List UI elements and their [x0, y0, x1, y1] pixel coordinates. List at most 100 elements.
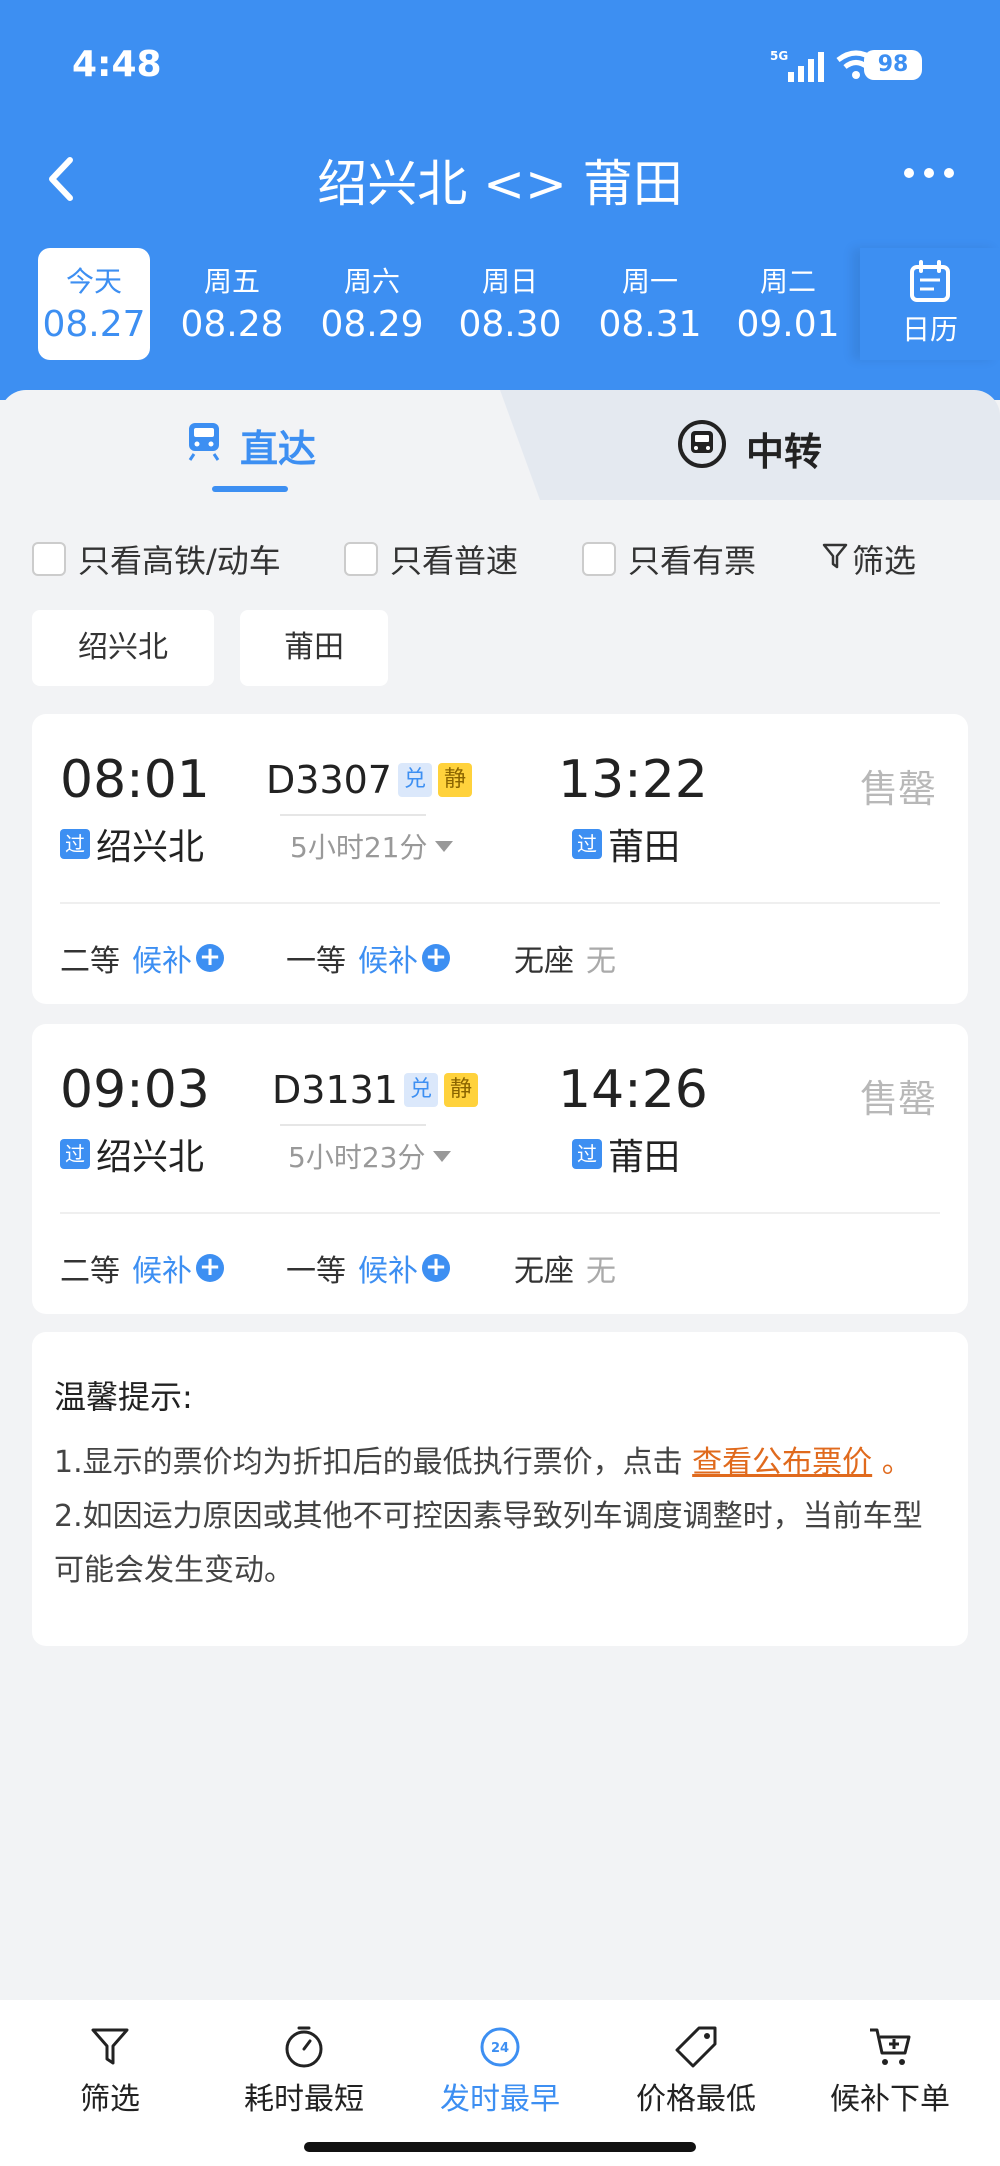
- station-tag-departure[interactable]: 绍兴北: [32, 610, 214, 686]
- seat-waitlist: 候补: [132, 1254, 192, 1289]
- duration-line: [280, 1124, 426, 1126]
- chevron-down-icon: [433, 1150, 452, 1162]
- date-selector: 今天 08.27 周五 08.28 周六 08.29 周日 08.30 周一 0…: [0, 248, 1000, 362]
- notice-line-1-suffix: 。: [881, 1445, 912, 1480]
- divider: [60, 902, 940, 904]
- date-weekday: 周日: [481, 265, 538, 298]
- departure-station: 过 绍兴北: [60, 818, 204, 870]
- arrival-time: 14:26: [558, 1060, 708, 1120]
- arrival-station: 过 莆田: [572, 1128, 680, 1180]
- seat-class: 无座: [514, 1254, 574, 1289]
- departure-time: 08:01: [60, 750, 210, 810]
- svg-text:24: 24: [491, 2041, 509, 2056]
- tab-direct[interactable]: 直达: [186, 418, 316, 473]
- notice-line-1: 1.显示的票价均为折扣后的最低执行票价，点击 查看公布票价 。: [54, 1436, 948, 1490]
- filter-available-checkbox[interactable]: 只看有票: [582, 536, 756, 582]
- arrival-time: 13:22: [558, 750, 708, 810]
- sort-shortest[interactable]: 耗时最短: [206, 2020, 402, 2118]
- duration-line: [280, 814, 426, 816]
- sort-shortest-label: 耗时最短: [244, 2082, 364, 2117]
- seat-waitlist: 候补: [358, 944, 418, 979]
- route-title: 绍兴北 <> 莆田: [317, 155, 683, 213]
- home-indicator[interactable]: [304, 2142, 696, 2152]
- seat-second-class[interactable]: 二等 候补 +: [60, 1246, 224, 1290]
- date-value: 09.01: [736, 304, 840, 345]
- chevron-down-icon: [435, 840, 454, 852]
- date-weekday: 周六: [343, 265, 400, 298]
- notice-title: 温馨提示:: [54, 1378, 193, 1416]
- divider: [60, 1212, 940, 1214]
- pass-tag: 过: [60, 829, 90, 859]
- checkbox: [344, 542, 378, 576]
- svg-text:5G: 5G: [770, 49, 788, 63]
- seat-availability: 无: [586, 1254, 616, 1289]
- plus-icon: +: [422, 944, 450, 972]
- train-number: D3131 兑 静: [272, 1068, 478, 1112]
- cart-icon: [792, 2020, 988, 2074]
- date-value: 08.28: [180, 304, 284, 345]
- filter-normal-label: 只看普速: [390, 542, 519, 580]
- tab-transfer[interactable]: 中转: [676, 418, 822, 479]
- calendar-label: 日历: [901, 313, 958, 346]
- seat-first-class[interactable]: 一等 候补 +: [286, 936, 450, 980]
- date-item-0827[interactable]: 今天 08.27: [38, 248, 150, 360]
- train-number: D3307 兑 静: [266, 758, 472, 802]
- arrival-station: 过 莆田: [572, 818, 680, 870]
- date-weekday: 今天: [65, 265, 122, 298]
- seat-no-seat: 无座 无: [514, 1246, 616, 1290]
- seat-availability: 无: [586, 944, 616, 979]
- notice-line-1-text: 1.显示的票价均为折扣后的最低执行票价，点击: [54, 1445, 683, 1480]
- duration-text: 5小时23分: [288, 1141, 426, 1174]
- route-type-tabs: 直达 中转: [0, 390, 1000, 500]
- train-card[interactable]: 09:03 过 绍兴北 D3131 兑 静 5小时23分 14:26 过 莆田 …: [32, 1024, 968, 1314]
- cellular-signal-icon: 5G: [770, 48, 830, 88]
- sold-out-status: 售罄: [859, 767, 936, 811]
- header: 4:48 5G 98 绍兴北 <> 莆田 今天 08.27 周五 08.28 周…: [0, 0, 1000, 400]
- bottom-sort-bar: 筛选 耗时最短 24 发时最早 价格最低 候补下单: [0, 2000, 1000, 2166]
- filter-icon: [12, 2020, 208, 2074]
- sort-cheapest-label: 价格最低: [636, 2082, 756, 2117]
- duration[interactable]: 5小时21分: [290, 826, 454, 866]
- seat-waitlist: 候补: [132, 944, 192, 979]
- waitlist-order-label: 候补下单: [830, 2082, 950, 2117]
- tab-direct-label: 直达: [240, 427, 317, 471]
- sort-earliest-label: 发时最早: [440, 2082, 560, 2117]
- waitlist-order[interactable]: 候补下单: [792, 2020, 988, 2118]
- filter-normal-checkbox[interactable]: 只看普速: [344, 536, 518, 582]
- filter-button[interactable]: 筛选: [822, 536, 916, 582]
- train-number-text: D3307: [266, 758, 392, 802]
- sort-earliest[interactable]: 24 发时最早: [402, 2020, 598, 2118]
- sort-cheapest[interactable]: 价格最低: [598, 2020, 794, 2118]
- station-tag-arrival[interactable]: 莆田: [240, 610, 388, 686]
- pass-tag: 过: [572, 1139, 602, 1169]
- date-item-0830[interactable]: 周日 08.30: [454, 248, 566, 360]
- clock-24-icon: 24: [402, 2020, 598, 2074]
- duration[interactable]: 5小时23分: [288, 1136, 452, 1176]
- filter-highspeed-checkbox[interactable]: 只看高铁/动车: [32, 536, 281, 582]
- date-weekday: 周一: [621, 265, 678, 298]
- departure-station-name: 绍兴北: [96, 1137, 205, 1178]
- view-published-fares-link[interactable]: 查看公布票价: [692, 1445, 872, 1480]
- date-item-0828[interactable]: 周五 08.28: [176, 248, 288, 360]
- date-item-0831[interactable]: 周一 08.31: [594, 248, 706, 360]
- date-weekday: 周五: [203, 265, 260, 298]
- seat-class: 二等: [60, 1254, 120, 1289]
- quick-filters: 只看高铁/动车 只看普速 只看有票 筛选: [0, 530, 1000, 580]
- arrival-station-name: 莆田: [608, 1137, 681, 1178]
- more-options-icon[interactable]: [904, 168, 954, 180]
- arrival-station-name: 莆田: [608, 827, 681, 868]
- sort-filter-label: 筛选: [80, 2082, 140, 2117]
- funnel-icon: [822, 540, 848, 578]
- seat-second-class[interactable]: 二等 候补 +: [60, 936, 224, 980]
- sort-filter[interactable]: 筛选: [12, 2020, 208, 2118]
- status-bar: 4:48 5G 98: [0, 44, 1000, 88]
- seat-first-class[interactable]: 一等 候补 +: [286, 1246, 450, 1290]
- train-card[interactable]: 08:01 过 绍兴北 D3307 兑 静 5小时21分 13:22 过 莆田 …: [32, 714, 968, 1004]
- departure-time: 09:03: [60, 1060, 210, 1120]
- date-value: 08.27: [42, 304, 146, 345]
- tab-transfer-label: 中转: [746, 430, 823, 474]
- date-item-0901[interactable]: 周二 09.01: [732, 248, 844, 360]
- sold-out-status: 售罄: [859, 1077, 936, 1121]
- calendar-button[interactable]: 日历: [860, 248, 1000, 360]
- date-item-0829[interactable]: 周六 08.29: [316, 248, 428, 360]
